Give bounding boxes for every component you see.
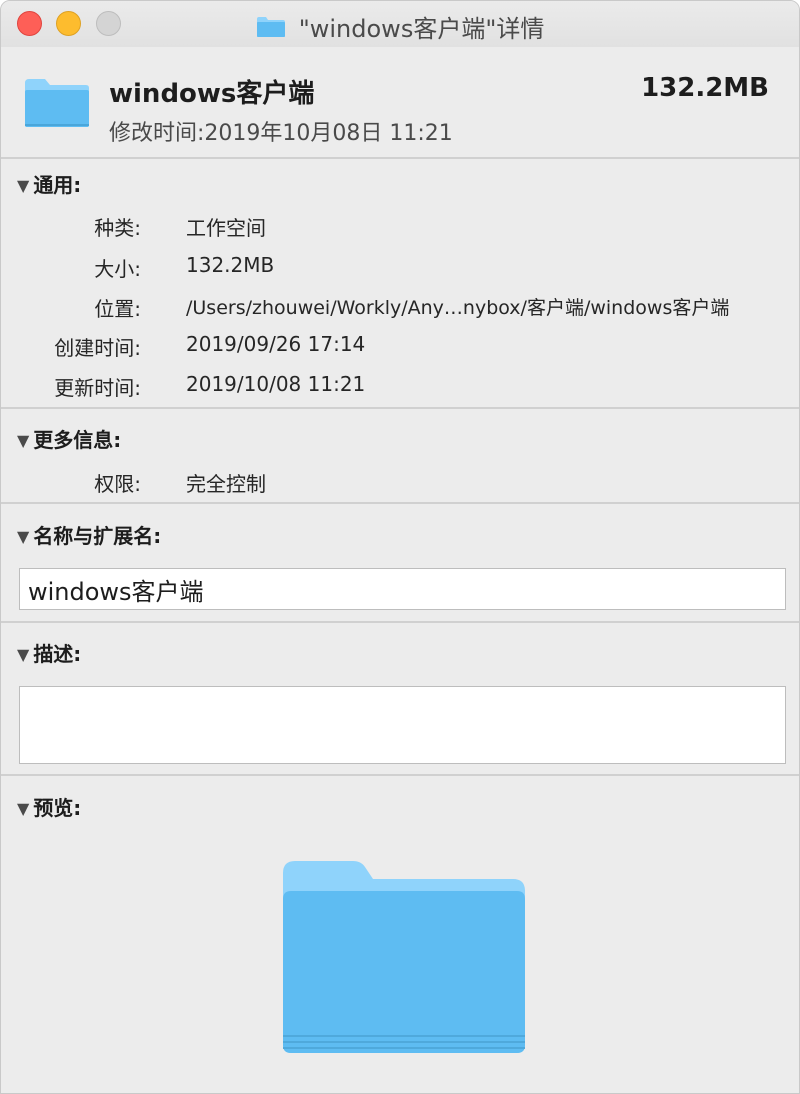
disclosure-triangle-icon: ▼ <box>17 527 30 546</box>
disclosure-triangle-icon: ▼ <box>17 645 30 664</box>
modified-date: 修改时间:2019年10月08日 11:21 <box>109 121 453 146</box>
name-ext-heading: 名称与扩展名: <box>33 524 162 548</box>
info-window: "windows客户端"详情 windows客户端 132.2MB 修改时间:2… <box>0 0 800 1094</box>
divider <box>1 157 799 159</box>
disclosure-triangle-icon: ▼ <box>17 431 30 450</box>
description-heading: 描述: <box>33 642 82 666</box>
disclosure-triangle-icon: ▼ <box>17 799 30 818</box>
more-info-heading: 更多信息: <box>33 428 122 452</box>
kind-value: 工作空间 <box>186 216 266 240</box>
permission-value: 完全控制 <box>186 472 266 496</box>
folder-icon <box>256 16 285 37</box>
size-label: 大小: <box>94 257 141 281</box>
folder-preview-icon <box>283 861 525 1053</box>
description-section-toggle[interactable]: ▼ 描述: <box>17 638 81 667</box>
general-heading: 通用: <box>33 173 82 197</box>
name-ext-section-toggle[interactable]: ▼ 名称与扩展名: <box>17 520 161 549</box>
kind-label: 种类: <box>94 216 141 240</box>
window-title: "windows客户端"详情 <box>1 9 799 43</box>
location-label: 位置: <box>94 297 141 321</box>
preview-heading: 预览: <box>33 796 82 820</box>
file-name: windows客户端 <box>109 79 315 109</box>
preview-section-toggle[interactable]: ▼ 预览: <box>17 792 81 821</box>
divider <box>1 502 799 504</box>
folder-icon <box>25 79 89 127</box>
divider <box>1 407 799 409</box>
disclosure-triangle-icon: ▼ <box>17 176 30 195</box>
updated-label: 更新时间: <box>54 376 141 400</box>
file-header: windows客户端 132.2MB 修改时间:2019年10月08日 11:2… <box>1 47 799 157</box>
divider <box>1 774 799 776</box>
window-title-text: "windows客户端"详情 <box>298 15 545 43</box>
general-section-toggle[interactable]: ▼ 通用: <box>17 169 81 198</box>
size-value: 132.2MB <box>186 253 275 277</box>
description-field[interactable] <box>19 686 786 764</box>
location-value: /Users/zhouwei/Workly/Any…nybox/客户端/wind… <box>186 297 730 319</box>
permission-label: 权限: <box>94 472 141 496</box>
created-label: 创建时间: <box>54 336 141 360</box>
divider <box>1 621 799 623</box>
updated-value: 2019/10/08 11:21 <box>186 372 366 396</box>
name-field[interactable] <box>19 568 786 610</box>
more-info-section-toggle[interactable]: ▼ 更多信息: <box>17 424 121 453</box>
title-bar[interactable]: "windows客户端"详情 <box>1 1 799 47</box>
created-value: 2019/09/26 17:14 <box>186 332 366 356</box>
file-size: 132.2MB <box>641 73 769 103</box>
